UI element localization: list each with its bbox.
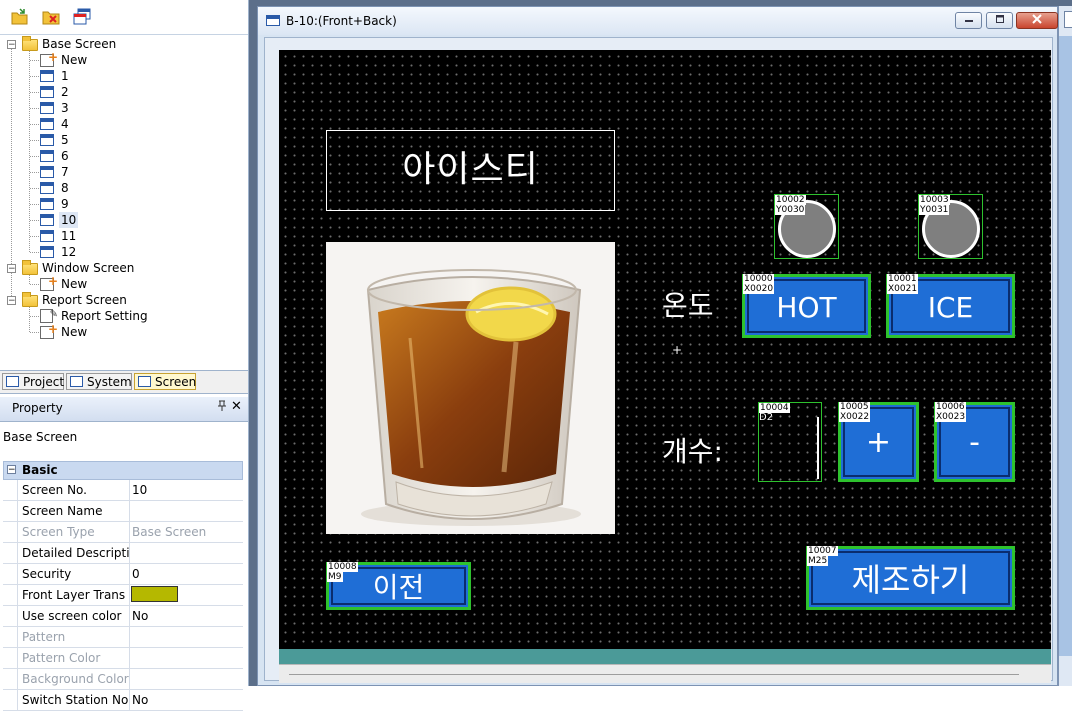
close-icon[interactable]: ✕ [231, 399, 242, 414]
window-title: B-10:(Front+Back) [286, 14, 397, 28]
tab-project[interactable]: Project [2, 373, 64, 390]
color-swatch[interactable] [131, 586, 178, 602]
tree-node-window-screen[interactable]: − Window Screen [0, 260, 248, 276]
screen-icon [40, 118, 54, 130]
title-text-box[interactable]: 아이스티 [326, 130, 615, 211]
collapse-toggle-icon[interactable]: − [7, 264, 16, 274]
screen-icon [40, 230, 54, 242]
property-row-pattern-color: Pattern Color [3, 648, 243, 669]
property-object-name: Base Screen [3, 430, 78, 444]
window-titlebar[interactable]: B-10:(Front+Back) [258, 7, 1058, 35]
adjacent-window-button[interactable] [1064, 11, 1072, 28]
increment-button[interactable]: + 10005 X0022 [838, 402, 919, 482]
screen-icon [40, 182, 54, 194]
collapse-toggle-icon[interactable]: − [7, 465, 16, 475]
screen-tree: − Base Screen New 1 2 3 4 [0, 36, 248, 370]
window-icon [266, 15, 280, 26]
property-row-screen-name[interactable]: Screen Name [3, 501, 243, 522]
pin-icon[interactable] [217, 400, 227, 415]
property-row-use-screen-color[interactable]: Use screen color No [3, 606, 243, 627]
screen-icon [40, 70, 54, 82]
iced-tea-image[interactable] [326, 242, 615, 534]
screen-icon [40, 198, 54, 210]
count-numeric-display[interactable]: 10004 D2 [758, 402, 822, 482]
property-row-screen-no[interactable]: Screen No. 10 [3, 480, 243, 501]
canvas-bottom-bar [279, 649, 1051, 664]
hot-button[interactable]: HOT 10000 X0020 [742, 274, 871, 338]
property-row-screen-type: Screen Type Base Screen [3, 522, 243, 543]
project-icon [6, 376, 19, 387]
collapse-toggle-icon[interactable]: − [7, 40, 16, 50]
workspace-toolbar [0, 0, 248, 35]
screen-icon [40, 214, 54, 226]
property-row-security[interactable]: Security 0 [3, 564, 243, 585]
property-row-front-layer-trans[interactable]: Front Layer Trans [3, 585, 243, 606]
screen-icon [40, 166, 54, 178]
screen-icon [138, 376, 151, 387]
tree-node-report-screen[interactable]: − Report Screen [0, 292, 248, 308]
minimize-button[interactable] [955, 12, 982, 29]
folder-icon [22, 292, 38, 307]
property-row-pattern: Pattern [3, 627, 243, 648]
close-button[interactable] [1016, 12, 1058, 29]
ice-indicator-lamp[interactable]: 10003 Y0031 [918, 194, 983, 259]
property-grid: − Basic Screen No. 10 Screen Name Screen… [3, 461, 243, 711]
new-screen-icon [40, 321, 58, 339]
property-row-detailed-description[interactable]: Detailed Descriptio [3, 543, 243, 564]
tree-node-base-screen[interactable]: − Base Screen [0, 36, 248, 52]
screen-icon [40, 86, 54, 98]
screen-icon [40, 134, 54, 146]
property-category-basic[interactable]: − Basic [3, 461, 243, 480]
open-folder-icon[interactable] [11, 8, 29, 26]
folder-icon [22, 36, 38, 51]
count-label: 개수: [662, 435, 723, 468]
delete-screen-icon[interactable] [42, 8, 60, 26]
decrement-button[interactable]: - 10006 X0023 [934, 402, 1015, 482]
property-row-switch-station[interactable]: Switch Station No No [3, 690, 243, 711]
folder-icon [22, 260, 38, 275]
previous-button[interactable]: 이전 10008 M9 [326, 562, 471, 610]
workspace-panel: − Base Screen New 1 2 3 4 [0, 0, 249, 711]
new-screen-icon [40, 49, 58, 67]
workspace-tabs: Project System Screen [0, 370, 248, 394]
collapse-toggle-icon[interactable]: − [7, 296, 16, 306]
restore-button[interactable] [986, 12, 1013, 29]
new-screen-icon [40, 273, 58, 291]
tab-screen[interactable]: Screen [134, 373, 196, 390]
cursor-cross-icon: + [672, 343, 683, 357]
make-button[interactable]: 제조하기 10007 M25 [806, 546, 1015, 610]
horizontal-scrollbar[interactable] [279, 664, 1051, 683]
property-row-background-color: Background Color [3, 669, 243, 690]
ice-button[interactable]: ICE 10001 X0021 [886, 274, 1015, 338]
property-panel-header: Property ✕ [0, 397, 248, 422]
property-title: Property [12, 401, 63, 415]
screen-icon [40, 246, 54, 258]
adjacent-window-edge [1058, 6, 1072, 686]
temperature-label: 온도 [662, 289, 714, 322]
hot-indicator-lamp[interactable]: 10002 Y0030 [774, 194, 839, 259]
system-icon [70, 376, 83, 387]
screen-icon [40, 102, 54, 114]
window-copy-icon[interactable] [73, 8, 91, 26]
tab-system[interactable]: System [66, 373, 132, 390]
screen-icon [40, 150, 54, 162]
